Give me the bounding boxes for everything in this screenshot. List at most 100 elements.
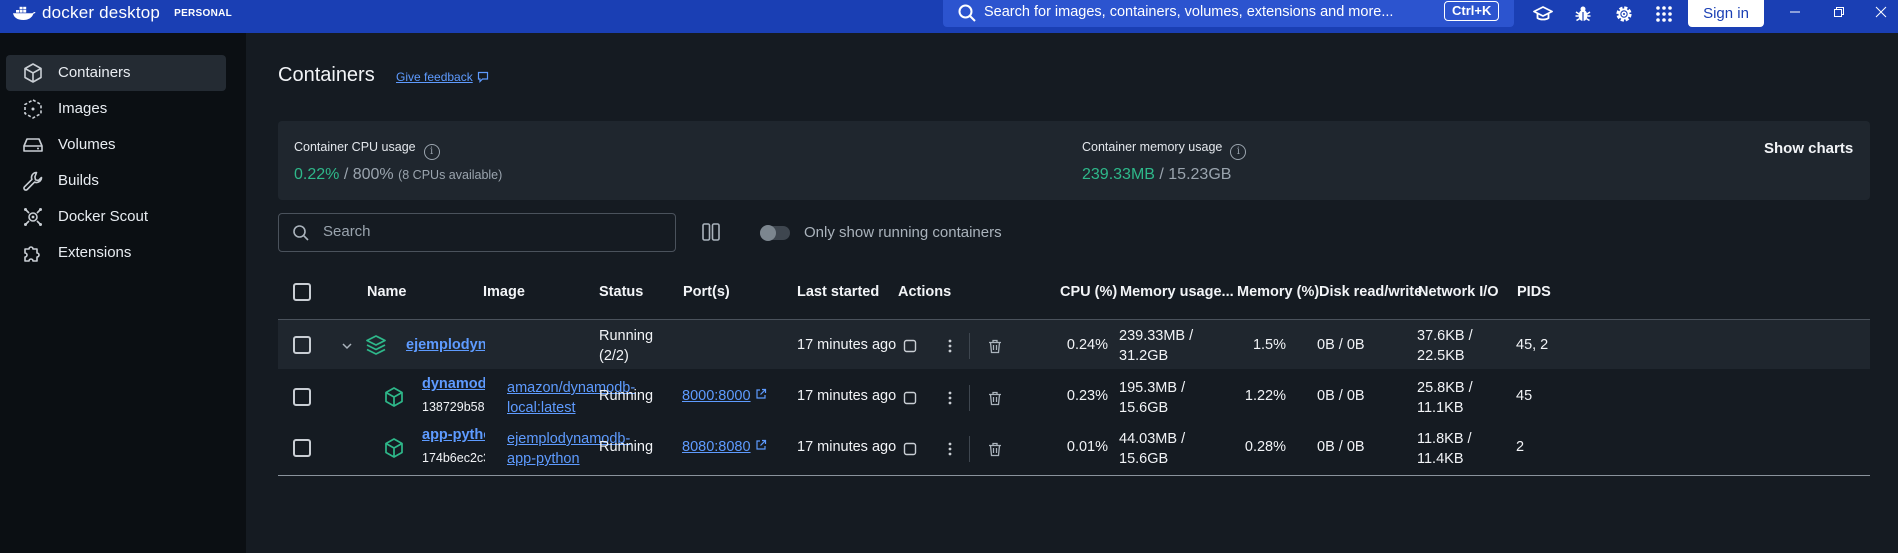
sidebar-item-label: Docker Scout — [58, 208, 149, 225]
wrench-icon — [23, 171, 43, 191]
group-name-link[interactable]: ejemplodynamodb — [406, 337, 485, 353]
group-status-count: (2/2) — [599, 348, 629, 364]
container-memory-usage: 195.3MB / 15.6GB — [1119, 378, 1185, 418]
column-header-memory-pct[interactable]: Memory (%) — [1237, 284, 1319, 300]
select-all-checkbox[interactable] — [293, 283, 311, 301]
container-last-started: 17 minutes ago — [797, 388, 897, 404]
delete-trash-icon[interactable] — [985, 439, 1005, 459]
row-checkbox[interactable] — [293, 439, 311, 457]
stop-icon[interactable] — [900, 336, 920, 356]
cpu-usage-label: Container CPU usage i — [294, 140, 440, 160]
running-only-toggle[interactable] — [760, 225, 790, 241]
container-search[interactable] — [278, 213, 676, 252]
memory-used: 44.03MB / — [1119, 431, 1186, 447]
brand-name: docker desktop — [42, 3, 161, 22]
port-mapping[interactable]: 8080:8080 — [682, 439, 751, 455]
sidebar: Containers Images Volumes Builds Docker … — [0, 33, 246, 553]
sidebar-item-containers[interactable]: Containers — [6, 55, 226, 91]
column-header-disk[interactable]: Disk read/write — [1319, 284, 1422, 300]
sidebar-item-label: Containers — [58, 64, 131, 81]
container-disk: 0B / 0B — [1317, 439, 1365, 455]
container-name-link[interactable]: dynamodb-local — [422, 376, 485, 392]
column-header-cpu[interactable]: CPU (%) — [1060, 284, 1117, 300]
more-options-icon[interactable] — [940, 439, 960, 459]
column-header-image[interactable]: Image — [483, 284, 525, 300]
container-status: Running — [599, 439, 654, 455]
cpu-total: / 800% — [343, 166, 394, 183]
container-network: 25.8KB / 11.1KB — [1417, 378, 1473, 418]
sidebar-item-volumes[interactable]: Volumes — [6, 127, 226, 163]
port-mapping[interactable]: 8000:8000 — [682, 388, 751, 404]
stop-icon[interactable] — [900, 388, 920, 408]
plan-badge: PERSONAL — [174, 7, 233, 19]
sidebar-item-label: Builds — [58, 172, 99, 189]
action-divider — [969, 333, 970, 359]
running-only-label: Only show running containers — [804, 224, 1002, 241]
delete-trash-icon[interactable] — [985, 388, 1005, 408]
show-charts-button[interactable]: Show charts — [1764, 140, 1853, 157]
column-header-last-started[interactable]: Last started — [797, 284, 879, 300]
puzzle-icon — [24, 246, 40, 262]
container-status: Running — [599, 388, 654, 404]
container-id[interactable]: 174b6ec2c31 — [422, 451, 485, 465]
memory-usage-value: 239.33MB / 15.23GB — [1082, 166, 1231, 184]
column-header-memory-usage[interactable]: Memory usage... — [1120, 284, 1234, 300]
memory-used: 239.33MB — [1082, 166, 1155, 183]
container-pids: 2 — [1516, 439, 1525, 455]
settings-gear-icon[interactable] — [1613, 3, 1635, 25]
delete-trash-icon[interactable] — [985, 336, 1005, 356]
row-checkbox[interactable] — [293, 388, 311, 406]
give-feedback-label: Give feedback — [396, 70, 473, 84]
column-header-name[interactable]: Name — [367, 284, 407, 300]
group-network-in: 37.6KB / — [1417, 328, 1473, 344]
more-options-icon[interactable] — [940, 388, 960, 408]
sidebar-item-label: Extensions — [58, 244, 132, 261]
brand: docker desktop PERSONAL — [12, 3, 232, 23]
volume-icon — [23, 138, 43, 152]
group-memory-pct: 1.5% — [1252, 337, 1286, 353]
close-icon[interactable] — [1871, 3, 1891, 21]
sidebar-item-extensions[interactable]: Extensions — [6, 235, 226, 271]
bug-icon[interactable] — [1572, 3, 1594, 25]
stop-icon[interactable] — [900, 439, 920, 459]
info-icon[interactable]: i — [1230, 144, 1247, 160]
resource-usage-panel: Container CPU usage i 0.22% / 800% (8 CPU… — [278, 121, 1870, 200]
sign-in-button[interactable]: Sign in — [1688, 0, 1764, 27]
restore-icon[interactable] — [1829, 3, 1849, 21]
docker-whale-icon — [13, 6, 36, 20]
group-network-out: 22.5KB — [1417, 348, 1465, 364]
container-name-link[interactable]: app-python — [422, 427, 485, 443]
chevron-down-icon[interactable] — [341, 340, 353, 352]
group-status-line: Running — [599, 328, 654, 344]
container-last-started: 17 minutes ago — [797, 439, 897, 455]
search-input[interactable] — [323, 223, 643, 240]
extensions-grid-icon[interactable] — [1653, 3, 1675, 25]
column-header-ports[interactable]: Port(s) — [683, 284, 730, 300]
external-link-icon[interactable] — [755, 388, 767, 400]
sidebar-item-label: Volumes — [58, 136, 116, 153]
column-header-network[interactable]: Network I/O — [1418, 284, 1499, 300]
info-icon[interactable]: i — [423, 144, 440, 160]
columns-toggle-icon[interactable] — [700, 221, 722, 243]
sidebar-item-builds[interactable]: Builds — [6, 163, 226, 199]
cpu-used: 0.22% — [294, 166, 340, 183]
cpu-usage-value: 0.22% / 800% (8 CPUs available) — [294, 166, 502, 184]
global-search-placeholder: Search for images, containers, volumes, … — [984, 4, 1394, 20]
port-link[interactable]: 8000:8000 — [682, 388, 767, 404]
minimize-icon[interactable] — [1785, 3, 1805, 21]
group-cpu: 0.24% — [1066, 337, 1108, 353]
network-in: 11.8KB / — [1417, 431, 1472, 447]
search-icon — [293, 225, 309, 241]
sidebar-item-docker-scout[interactable]: Docker Scout — [6, 199, 226, 235]
more-options-icon[interactable] — [940, 336, 960, 356]
learning-center-icon[interactable] — [1532, 3, 1554, 25]
column-header-status[interactable]: Status — [599, 284, 643, 300]
give-feedback-link[interactable]: Give feedback — [396, 70, 489, 84]
row-checkbox[interactable] — [293, 336, 311, 354]
container-id[interactable]: 138729b586d — [422, 400, 485, 414]
external-link-icon[interactable] — [755, 439, 767, 451]
sidebar-item-images[interactable]: Images — [6, 91, 226, 127]
port-link[interactable]: 8080:8080 — [682, 439, 767, 455]
global-search[interactable]: Search for images, containers, volumes, … — [943, 0, 1514, 27]
column-header-pids[interactable]: PIDS — [1517, 284, 1551, 300]
